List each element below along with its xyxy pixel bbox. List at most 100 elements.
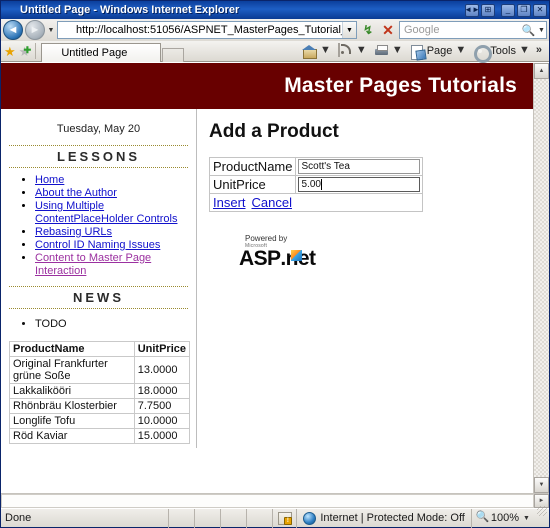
list-item: Rebasing URLs — [35, 226, 188, 239]
home-button[interactable]: ▼ — [300, 43, 335, 60]
command-bar: ★ ★ ✚ Untitled Page ▼ ▼ ▼ Page ▼ Tools ▼… — [1, 41, 549, 62]
page-menu-label: Page — [426, 45, 453, 57]
group-button[interactable]: ⊞ — [481, 3, 495, 17]
sidebar-link-rebasing-urls[interactable]: Rebasing URLs — [35, 226, 112, 238]
rss-icon — [337, 42, 353, 59]
zoom-control[interactable]: 🔍 100% ▼ — [472, 509, 535, 528]
search-icon[interactable]: 🔍 — [520, 24, 537, 37]
sidebar-link-content-to-master-page-interaction[interactable]: Content to Master Page Interaction — [35, 252, 151, 277]
new-tab-button[interactable] — [162, 47, 185, 62]
main-content: Add a Product ProductName Scott's Tea Un… — [197, 109, 533, 279]
status-slot-4 — [247, 508, 274, 528]
status-bar: Done ! Internet | Protected Mode: Off 🔍 … — [1, 506, 549, 528]
list-item: Home — [35, 174, 188, 187]
tools-menu-label: Tools — [490, 45, 516, 57]
tab-strip: Untitled Page — [41, 41, 297, 62]
back-button[interactable]: ◄ — [3, 20, 23, 40]
sidebar-link-control-id-naming-issues[interactable]: Control ID Naming Issues — [35, 239, 160, 251]
scroll-track[interactable] — [534, 79, 549, 477]
table-row: Röd Kaviar 15.0000 — [9, 428, 191, 444]
toolbar-divider — [35, 43, 37, 59]
chevron-down-icon[interactable]: ▼ — [319, 44, 333, 59]
table-header-row: ProductName UnitPrice — [9, 341, 191, 357]
zoom-chevron-down-icon[interactable]: ▼ — [522, 515, 531, 522]
lessons-list: Home About the Author Using Multiple Con… — [9, 174, 188, 278]
net-text: net — [286, 248, 316, 269]
feeds-button[interactable]: ▼ — [336, 42, 371, 60]
tab-untitled-page[interactable]: Untitled Page — [41, 42, 162, 62]
productname-input[interactable]: Scott's Tea — [298, 159, 421, 174]
refresh-icon[interactable]: ↯ — [359, 21, 377, 39]
aspnet-logo: Powered by Microsoft ASP . net — [237, 234, 333, 269]
address-bar[interactable]: http://localhost:51056/ASPNET_MasterPage… — [56, 21, 357, 39]
chevron-down-icon[interactable]: ▼ — [518, 44, 532, 59]
status-text: Done — [1, 508, 170, 528]
vertical-scrollbar[interactable]: ▲ ▼ — [533, 63, 549, 493]
minimize-button[interactable]: _ — [501, 3, 515, 17]
command-buttons: ▼ ▼ ▼ Page ▼ Tools ▼ » — [300, 42, 546, 60]
ie-page-icon — [60, 23, 74, 37]
address-chevron-down-icon[interactable]: ▼ — [342, 22, 356, 38]
asp-text: ASP — [239, 247, 281, 270]
toolbar-overflow-button[interactable]: » — [535, 44, 544, 59]
search-box[interactable]: Google 🔍 ▼ — [399, 21, 547, 39]
title-bar: Untitled Page - Windows Internet Explore… — [1, 1, 549, 19]
favorites-center-icon[interactable]: ★ — [4, 45, 16, 58]
page-icon — [410, 44, 425, 59]
sidebar-link-home[interactable]: Home — [35, 174, 64, 186]
page-content: Master Pages Tutorials Tuesday, May 20 L… — [1, 63, 533, 493]
table-row: Lakkalikööri 18.0000 — [9, 383, 191, 399]
ie-logo-icon — [4, 4, 17, 17]
cell-product-name: Longlife Tofu — [9, 413, 135, 429]
cell-product-name: Lakkalikööri — [9, 383, 135, 399]
print-button[interactable]: ▼ — [372, 43, 407, 60]
home-icon — [302, 44, 317, 59]
chevron-down-icon[interactable]: ▼ — [454, 44, 468, 59]
chevron-down-icon[interactable]: ▼ — [391, 44, 405, 59]
insert-link[interactable]: Insert — [213, 195, 246, 210]
scroll-up-button[interactable]: ▲ — [534, 63, 549, 79]
browser-window: Untitled Page - Windows Internet Explore… — [0, 0, 550, 528]
cancel-link[interactable]: Cancel — [252, 195, 292, 210]
unitprice-input[interactable]: 5.00 — [298, 177, 421, 192]
column-header-unitprice: UnitPrice — [133, 341, 191, 357]
scroll-down-button[interactable]: ▼ — [534, 477, 549, 493]
cell-product-name: Original Frankfurter grüne Soße — [9, 356, 135, 384]
sidebar-link-about-the-author[interactable]: About the Author — [35, 187, 117, 199]
recent-pages-chevron-down-icon[interactable]: ▼ — [47, 27, 55, 34]
scroll-track-horizontal[interactable] — [1, 494, 534, 508]
close-button[interactable]: ✕ — [533, 3, 547, 17]
sidebar-link-using-multiple-contentplaceholder-controls[interactable]: Using Multiple ContentPlaceHolder Contro… — [35, 200, 177, 225]
address-input[interactable]: http://localhost:51056/ASPNET_MasterPage… — [76, 24, 342, 36]
text-cursor — [320, 179, 322, 190]
window-controls: ◄► ⊞ _ ❐ ✕ — [464, 3, 547, 17]
list-item: Control ID Naming Issues — [35, 239, 188, 252]
productname-value: Scott's Tea — [301, 161, 350, 172]
protected-mode-shield-icon[interactable]: ! — [273, 508, 298, 528]
list-item: Using Multiple ContentPlaceHolder Contro… — [35, 200, 188, 226]
forward-button[interactable]: ► — [25, 20, 45, 40]
aspnet-swoosh-icon — [290, 250, 302, 261]
column-header-productname: ProductName — [9, 341, 135, 357]
cell-unit-price: 10.0000 — [133, 413, 191, 429]
tools-menu-button[interactable]: Tools ▼ — [471, 43, 534, 60]
horizontal-scrollbar[interactable]: ► — [1, 493, 549, 508]
search-chevron-down-icon[interactable]: ▼ — [537, 27, 546, 34]
label-unitprice: UnitPrice — [208, 175, 297, 194]
tab-label: Untitled Page — [61, 46, 128, 59]
status-slot-2 — [195, 508, 222, 528]
chevron-down-icon[interactable]: ▼ — [355, 44, 369, 59]
search-input[interactable]: Google — [400, 24, 520, 36]
current-date: Tuesday, May 20 — [56, 123, 141, 135]
page-menu-button[interactable]: Page ▼ — [408, 43, 471, 60]
maximize-button[interactable]: ❐ — [517, 3, 531, 17]
security-zone-label: Internet | Protected Mode: Off — [320, 512, 465, 524]
stop-icon[interactable]: ✕ — [379, 21, 397, 39]
field-cell-productname: Scott's Tea — [295, 157, 424, 176]
security-zone[interactable]: Internet | Protected Mode: Off — [297, 508, 472, 528]
restore-group-button[interactable]: ◄► — [464, 3, 480, 17]
ie-page-icon — [46, 47, 58, 59]
table-row: Longlife Tofu 10.0000 — [9, 413, 191, 429]
add-to-favorites-icon[interactable]: ★ ✚ — [19, 45, 32, 58]
navigation-bar: ◄ ► ▼ http://localhost:51056/ASPNET_Mast… — [1, 19, 549, 41]
